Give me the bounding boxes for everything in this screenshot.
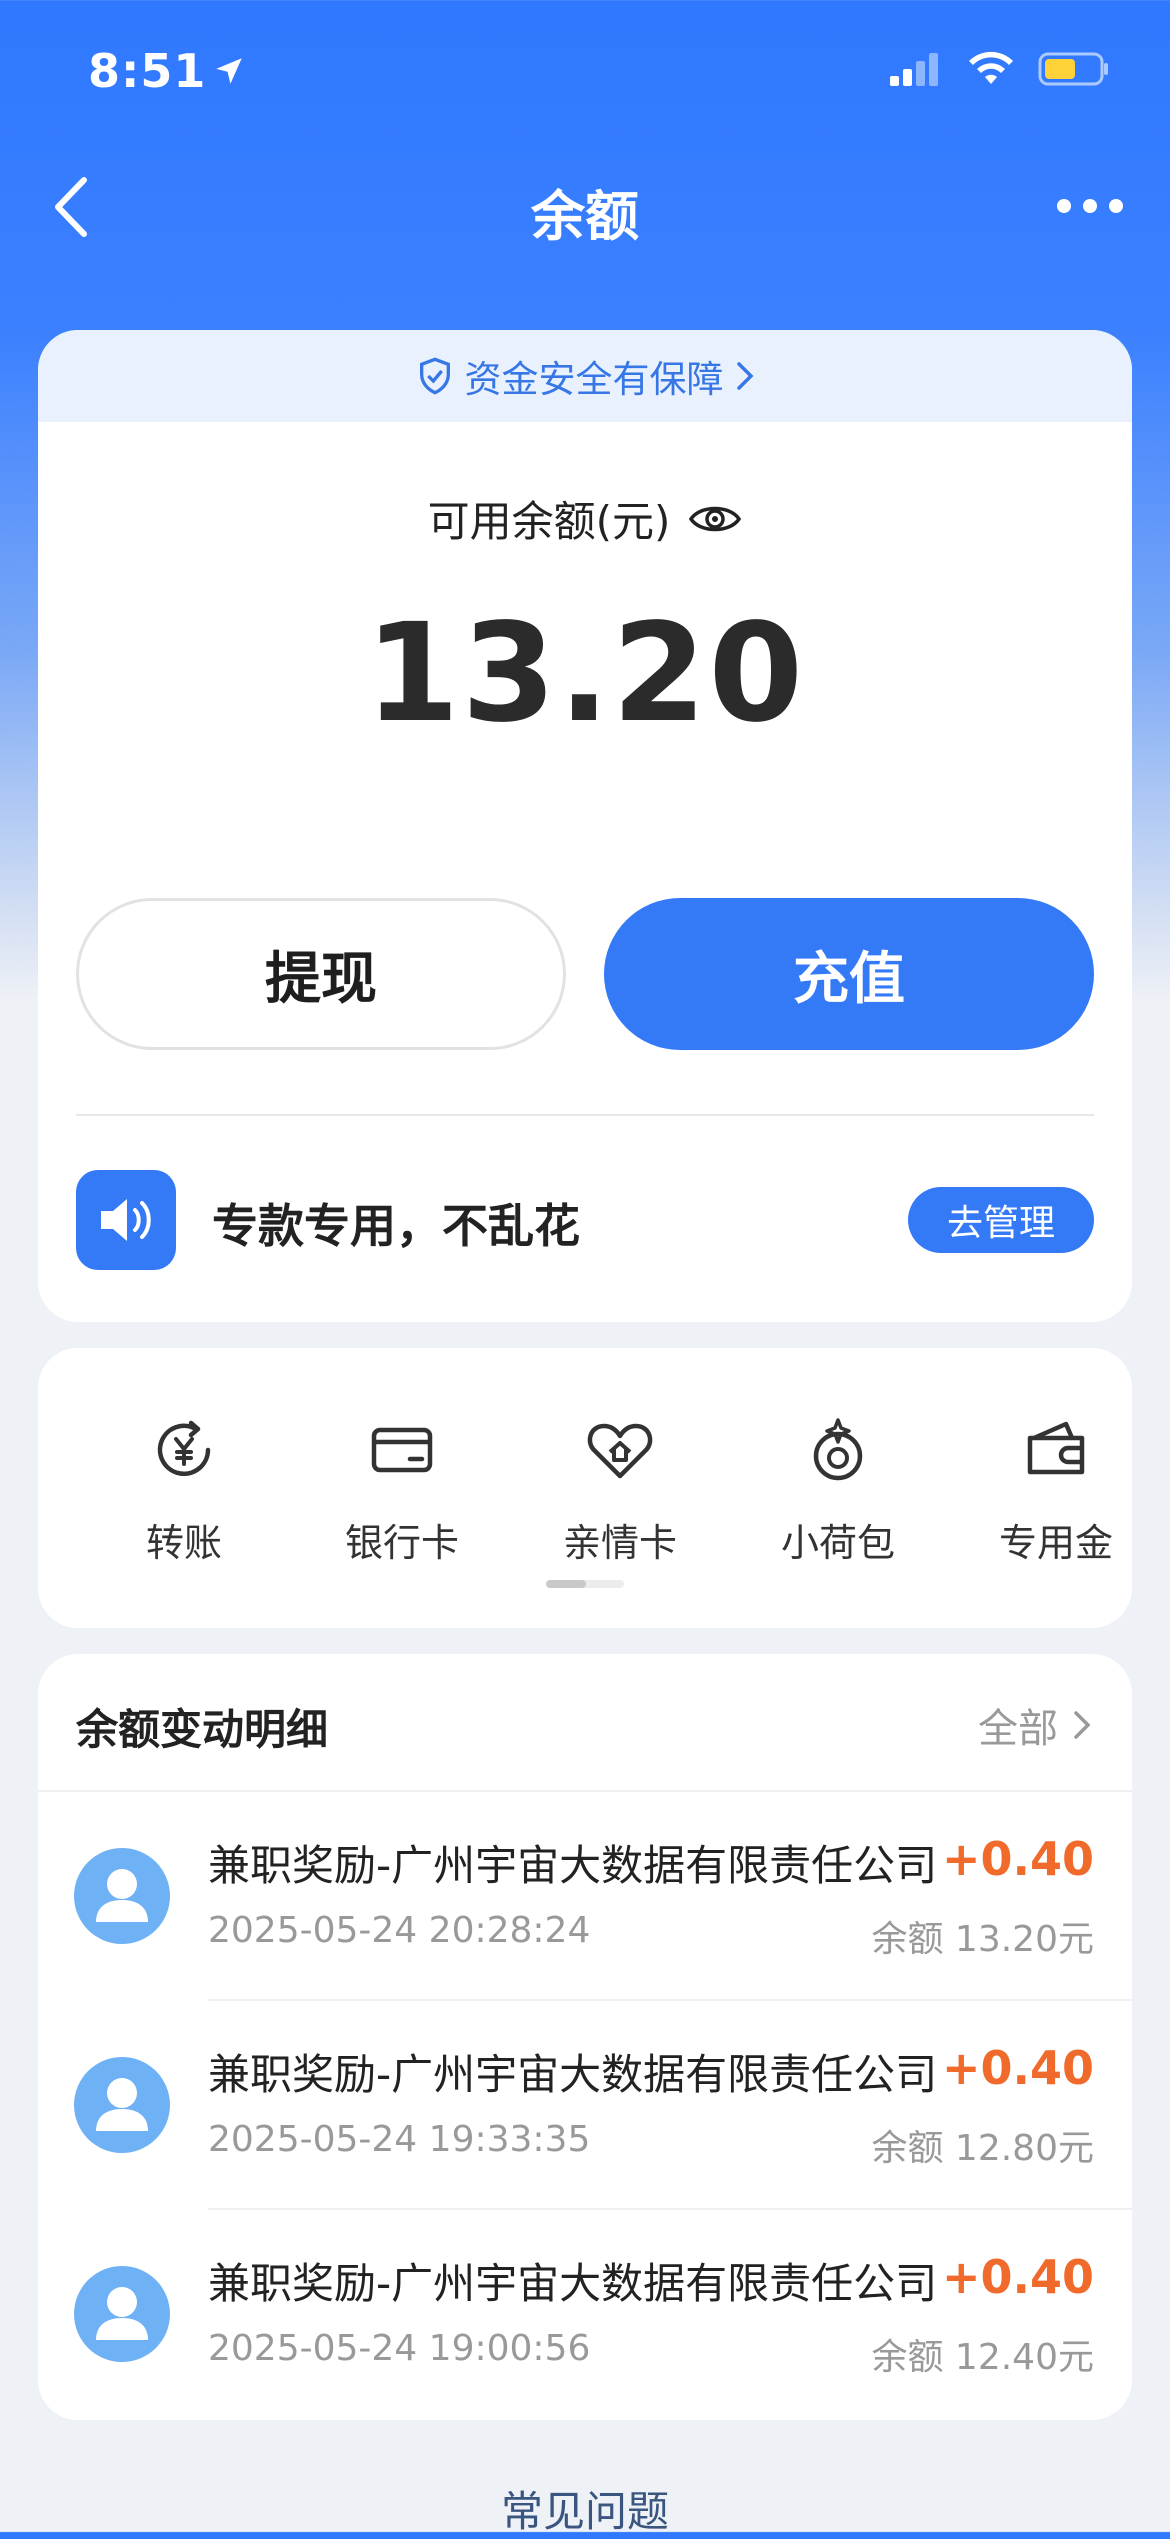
action-bank-card[interactable]: 银行卡 [302, 1348, 502, 1628]
bank-card-icon [362, 1410, 442, 1490]
divider [76, 1114, 1094, 1116]
action-label: 转账 [145, 1521, 222, 1565]
avatar [74, 2057, 170, 2153]
action-label: 小荷包 [780, 1521, 895, 1565]
transaction-balance: 余额 13.20元 [871, 1919, 1094, 1960]
balance-card: 资金安全有保障 可用余额(元) 13.20 提现 充值 专款专用，不乱花 去管理 [38, 330, 1132, 1322]
status-time-text: 8:51 [88, 44, 207, 98]
security-banner[interactable]: 资金安全有保障 [38, 330, 1132, 422]
location-arrow-icon [216, 58, 243, 84]
quick-actions: 转账 银行卡 亲情卡 小荷包 专用金 [38, 1348, 1132, 1628]
recharge-button[interactable]: 充值 [604, 898, 1094, 1050]
chevron-right-icon [1074, 1711, 1091, 1739]
chevron-right-icon [736, 362, 753, 390]
more-button[interactable] [1050, 186, 1130, 226]
transaction-time: 2025-05-24 19:00:56 [208, 2328, 591, 2369]
transaction-name: 兼职奖励-广州宇宙大数据有限责任公司 [208, 1841, 938, 1890]
speaker-icon [76, 1170, 176, 1270]
promo-text: 专款专用，不乱花 [212, 1199, 580, 1253]
shield-check-icon [419, 357, 450, 395]
transaction-row[interactable]: 兼职奖励-广州宇宙大数据有限责任公司 +0.40 2025-05-24 19:3… [38, 2001, 1132, 2210]
avatar [74, 2266, 170, 2362]
balance-amount: 13.20 [364, 595, 806, 753]
transaction-row[interactable]: 兼职奖励-广州宇宙大数据有限责任公司 +0.40 2025-05-24 20:2… [38, 1792, 1132, 2001]
balance-label-row: 可用余额(元) [38, 488, 1132, 549]
view-all-label: 全部 [978, 1706, 1058, 1752]
action-wallet[interactable]: 专用金 [956, 1348, 1156, 1628]
status-icons [888, 50, 1110, 88]
transaction-balance: 余额 12.80元 [871, 2128, 1094, 2169]
cellular-signal-icon [890, 53, 938, 86]
battery-icon [1038, 52, 1108, 86]
faq-link[interactable]: 常见问题 [0, 2478, 1170, 2539]
action-purse[interactable]: 小荷包 [738, 1348, 938, 1628]
transactions-card: 余额变动明细 全部 兼职奖励-广州宇宙大数据有限责任公司 +0.40 2025-… [38, 1654, 1132, 2420]
transaction-amount: +0.40 [941, 1832, 1094, 1886]
wallet-icon [1016, 1410, 1096, 1490]
more-icon [1057, 199, 1123, 213]
balance-label: 可用余额(元) [427, 497, 671, 546]
transactions-title: 余额变动明细 [76, 1705, 329, 1754]
eye-icon[interactable] [688, 499, 742, 539]
page-indicator-active [546, 1580, 586, 1588]
view-all-link[interactable]: 全部 [978, 1696, 1092, 1754]
action-label: 亲情卡 [562, 1521, 677, 1565]
transfer-icon [144, 1410, 224, 1490]
transaction-row[interactable]: 兼职奖励-广州宇宙大数据有限责任公司 +0.40 2025-05-24 19:0… [38, 2210, 1132, 2419]
wifi-icon [969, 51, 1013, 84]
transaction-balance: 余额 12.40元 [871, 2337, 1094, 2378]
security-banner-text: 资金安全有保障 [464, 358, 724, 401]
action-label: 银行卡 [344, 1521, 459, 1565]
transaction-time: 2025-05-24 20:28:24 [208, 1910, 591, 1951]
action-label: 专用金 [998, 1521, 1113, 1565]
avatar [74, 1848, 170, 1944]
transaction-amount: +0.40 [941, 2041, 1094, 2095]
transaction-time: 2025-05-24 19:33:35 [208, 2119, 591, 2160]
action-transfer[interactable]: 转账 [84, 1348, 284, 1628]
withdraw-button[interactable]: 提现 [76, 898, 566, 1050]
page-indicator [546, 1580, 624, 1588]
status-time: 8:51 [88, 44, 246, 98]
transaction-name: 兼职奖励-广州宇宙大数据有限责任公司 [208, 2259, 938, 2308]
family-card-icon [580, 1410, 660, 1490]
purse-icon [798, 1410, 878, 1490]
transaction-name: 兼职奖励-广州宇宙大数据有限责任公司 [208, 2050, 938, 2099]
manage-button[interactable]: 去管理 [908, 1187, 1094, 1253]
transaction-amount: +0.40 [941, 2250, 1094, 2304]
page-title: 余额 [531, 185, 639, 248]
